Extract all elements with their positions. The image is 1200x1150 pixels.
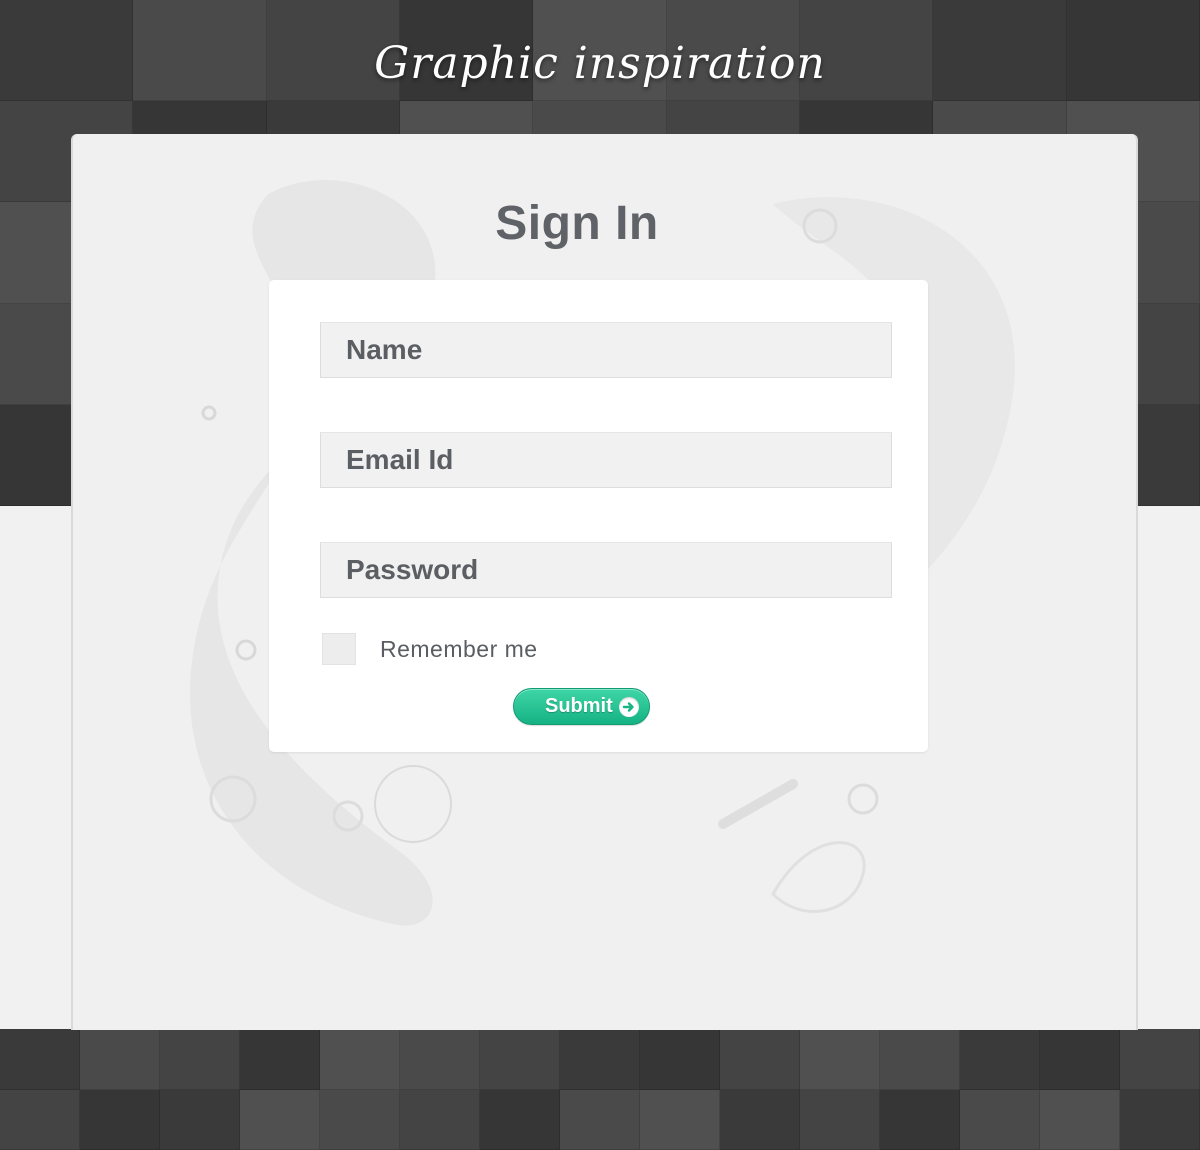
submit-button[interactable]: Submit: [513, 688, 650, 725]
arrow-right-icon: [619, 697, 639, 717]
page-title: Sign In: [495, 197, 659, 250]
submit-label: Submit: [545, 695, 613, 717]
sign-in-form: Remember me Submit: [269, 280, 928, 752]
email-input[interactable]: [321, 433, 891, 487]
background-mosaic-bottom: [0, 1029, 1200, 1150]
email-field: [320, 432, 892, 488]
remember-me-checkbox[interactable]: [322, 633, 356, 665]
password-input[interactable]: [321, 543, 891, 597]
brand-logo-text: Graphic inspiration: [374, 38, 826, 89]
sign-in-panel: Sign In Remember me Submit: [71, 134, 1138, 1030]
remember-me-label[interactable]: Remember me: [380, 636, 538, 663]
name-field: [320, 322, 892, 378]
remember-me-row: Remember me: [322, 633, 538, 665]
name-input[interactable]: [321, 323, 891, 377]
password-field: [320, 542, 892, 598]
